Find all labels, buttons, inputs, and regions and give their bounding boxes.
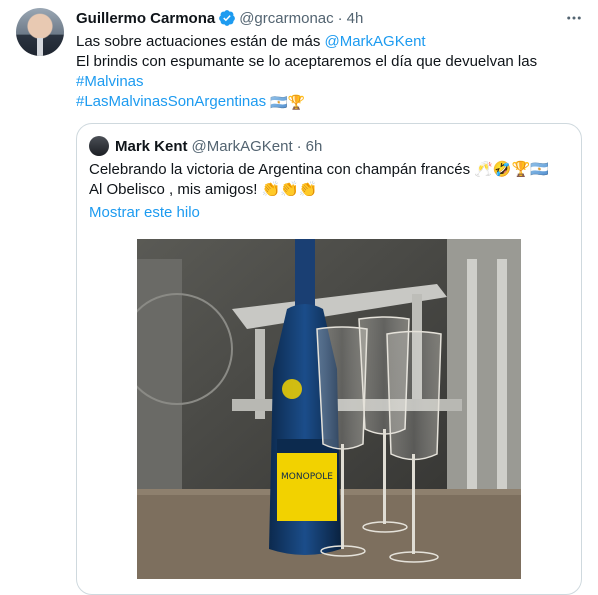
quoted-tweet-photo[interactable]: MONOPOLE <box>137 239 521 579</box>
quoted-header-separator: · <box>296 137 302 155</box>
show-thread-link[interactable]: Mostrar este hilo <box>89 204 200 221</box>
flag-trophy-emoji: 🇦🇷🏆 <box>270 94 306 110</box>
tweet-text-segment: Las sobre actuaciones están de más <box>76 33 325 50</box>
author-avatar[interactable] <box>16 8 64 56</box>
quoted-timestamp: 6h <box>305 137 323 155</box>
verified-badge-icon <box>218 9 236 27</box>
quoted-text-line-1: Celebrando la victoria de Argentina con … <box>89 161 549 178</box>
quoted-author-avatar <box>89 136 109 156</box>
quoted-tweet[interactable]: Mark Kent @MarkAGKent · 6h Celebrando la… <box>76 123 582 595</box>
quoted-tweet-text: Celebrando la victoria de Argentina con … <box>89 160 569 200</box>
author-handle[interactable]: @grcarmonac <box>239 10 333 27</box>
tweet-card[interactable]: Guillermo Carmona @grcarmonac · 4h Las s… <box>0 0 598 595</box>
tweet-timestamp[interactable]: 4h <box>347 10 364 27</box>
hashtag-link-lasmalvinas[interactable]: #LasMalvinasSonArgentinas <box>76 93 266 110</box>
bottle-label: MONOPOLE <box>281 472 333 482</box>
tweet-text-line-1: Las sobre actuaciones están de más @Mark… <box>76 32 576 52</box>
header-separator: · <box>337 9 343 27</box>
more-options-icon[interactable] <box>564 8 584 28</box>
hashtag-link-malvinas[interactable]: #Malvinas <box>76 73 144 90</box>
tweet-header: Guillermo Carmona @grcarmonac · 4h <box>76 8 363 28</box>
author-name[interactable]: Guillermo Carmona <box>76 10 215 27</box>
quoted-author-handle: @MarkAGKent <box>191 137 293 155</box>
quoted-text-line-2: Al Obelisco , mis amigos! 👏👏👏 <box>89 181 318 198</box>
quoted-author-name: Mark Kent <box>115 137 188 155</box>
mention-link[interactable]: @MarkAGKent <box>324 33 425 50</box>
tweet-text-line-2: El brindis con espumante se lo aceptarem… <box>76 53 538 70</box>
tweet-text: Las sobre actuaciones están de más @Mark… <box>76 32 576 112</box>
quoted-tweet-header: Mark Kent @MarkAGKent · 6h <box>89 136 322 156</box>
